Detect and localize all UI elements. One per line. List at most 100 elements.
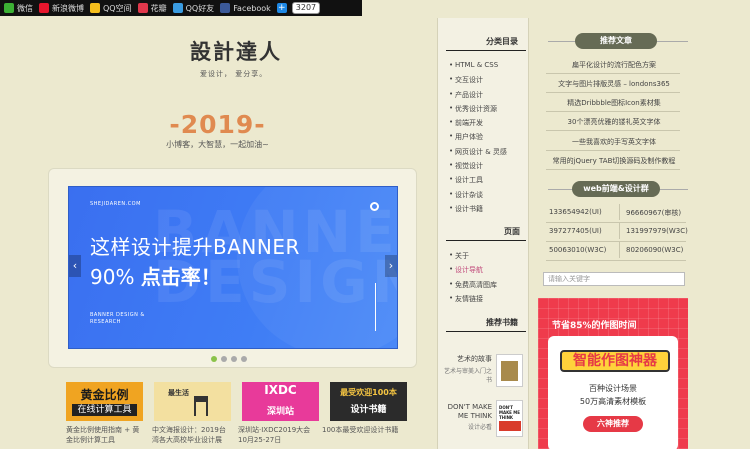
- share-facebook[interactable]: Facebook: [220, 3, 271, 13]
- category-item[interactable]: 前端开发: [449, 118, 483, 128]
- article-link[interactable]: 30个漂亮优雅的镂礼英文字体: [540, 117, 688, 127]
- page-link-about[interactable]: 关于: [449, 251, 469, 261]
- category-item[interactable]: 用户体验: [449, 132, 483, 142]
- featured-thumbs: 黄金比例 在线计算工具 最生活 IXDC 深圳站 最受欢迎100本 设计书籍: [66, 382, 407, 421]
- thumb-golden-ratio[interactable]: 黄金比例 在线计算工具: [66, 382, 143, 421]
- thumb-ixdc[interactable]: IXDC 深圳站: [242, 382, 319, 421]
- article-link[interactable]: 常用的jQuery TAB切换源码及制作教程: [540, 156, 688, 166]
- category-item[interactable]: 网页设计 & 灵感: [449, 147, 507, 157]
- article-link[interactable]: 精选Dribbble图标Icon素材集: [540, 98, 688, 108]
- thumb-poster[interactable]: 最生活: [154, 382, 231, 421]
- banner-divider: [375, 283, 376, 331]
- book-subtitle: 设计必看: [467, 424, 492, 431]
- article-link[interactable]: 扁平化设计的流行配色方案: [540, 60, 688, 70]
- thumb-caption[interactable]: 100本最受欢迎设计书籍: [322, 425, 400, 435]
- ad-button[interactable]: 六神推荐: [583, 416, 643, 432]
- divider: [546, 130, 680, 131]
- qzone-icon: [90, 3, 100, 13]
- slider-dot[interactable]: [241, 356, 247, 362]
- pages-heading: 页面: [504, 227, 520, 236]
- group-number[interactable]: 131997979(W3C): [626, 227, 688, 235]
- book-cover-text: DON'T MAKE ME THINK: [499, 405, 521, 420]
- divider: [546, 169, 680, 170]
- thumb-caption[interactable]: 深圳站·IXDC2019大会10月25-27日: [238, 425, 316, 445]
- share-count: 3207: [291, 2, 321, 14]
- category-item[interactable]: HTML & CSS: [449, 61, 498, 69]
- facebook-icon: [220, 3, 231, 13]
- thumb-books[interactable]: 最受欢迎100本 设计书籍: [330, 382, 407, 421]
- weibo-icon: [39, 3, 49, 13]
- category-item[interactable]: 优秀设计资源: [449, 104, 497, 114]
- divider: [619, 204, 620, 220]
- slider-dots: [211, 356, 247, 362]
- category-item[interactable]: 设计工具: [449, 175, 483, 185]
- book-title[interactable]: 艺术的故事: [446, 355, 492, 364]
- slider-prev-button[interactable]: ‹: [69, 255, 81, 277]
- section-divider: [446, 240, 526, 241]
- share-qq[interactable]: QQ好友: [172, 3, 214, 14]
- site-subtitle: 爱设计， 爱分享。: [200, 70, 268, 78]
- category-item[interactable]: 交互设计: [449, 75, 483, 85]
- search-input[interactable]: [543, 272, 685, 286]
- article-link[interactable]: 一些我喜欢的手写英文字体: [540, 137, 688, 147]
- category-item[interactable]: 产品设计: [449, 90, 483, 100]
- group-number[interactable]: 80206090(W3C): [626, 246, 683, 254]
- ad-title: 智能作图神器: [560, 350, 670, 372]
- banner-headline-2: 90% 点击率！: [90, 265, 221, 289]
- group-number[interactable]: 397277405(UI): [549, 227, 602, 235]
- group-number[interactable]: 133654942(UI): [549, 208, 602, 216]
- book-cover-art-story[interactable]: [496, 354, 523, 387]
- share-wechat[interactable]: 微信: [4, 3, 33, 14]
- banner-ring-icon: [370, 202, 379, 211]
- qq-icon: [172, 3, 183, 13]
- divider: [619, 223, 620, 239]
- book-cover-band: [499, 421, 521, 431]
- articles-heading: 推荐文章: [575, 33, 657, 49]
- poster-chair-icon: [194, 396, 208, 416]
- book-cover-dont-make-me-think[interactable]: DON'T MAKE ME THINK: [496, 400, 523, 437]
- page-link-friends[interactable]: 友情链接: [449, 294, 483, 304]
- huaban-icon: [137, 3, 148, 13]
- share-qzone[interactable]: QQ空间: [90, 3, 132, 14]
- ad-line-1: 百种设计场景: [589, 384, 637, 393]
- book-cover-art: [501, 361, 518, 381]
- category-item[interactable]: 设计杂谈: [449, 190, 483, 200]
- page-link-gallery[interactable]: 免费高清图库: [449, 280, 497, 290]
- book-subtitle: 艺术与审美入门之书: [443, 368, 492, 384]
- slider-dot[interactable]: [231, 356, 237, 362]
- divider: [546, 222, 686, 223]
- divider: [546, 111, 680, 112]
- divider: [546, 260, 686, 261]
- page-link-design-nav[interactable]: 设计导航: [449, 265, 483, 275]
- share-weibo[interactable]: 新浪微博: [39, 3, 84, 14]
- share-more[interactable]: +: [276, 3, 290, 13]
- category-item[interactable]: 视觉设计: [449, 161, 483, 171]
- ad-headline: 节省85%的作图时间: [552, 321, 637, 331]
- ad-line-2: 50万高清素材模板: [579, 397, 647, 406]
- banner-slide[interactable]: BANNER DESIGN SHEJIDAREN.COM 这样设计提升BANNE…: [68, 186, 398, 349]
- divider: [546, 241, 686, 242]
- slider-dot[interactable]: [221, 356, 227, 362]
- year-heading: -2019-: [169, 110, 266, 139]
- slider-next-button[interactable]: ›: [385, 255, 397, 277]
- plus-icon: +: [276, 3, 287, 13]
- divider: [546, 92, 680, 93]
- thumb-caption[interactable]: 中文海报设计：2019台湾各大高校毕业设计展: [152, 425, 230, 445]
- group-number[interactable]: 96660967(审核): [626, 208, 681, 218]
- wechat-icon: [4, 3, 14, 13]
- category-item[interactable]: 设计书籍: [449, 204, 483, 214]
- share-huaban[interactable]: 花瓣: [137, 3, 167, 14]
- book-title[interactable]: DON'T MAKE ME THINK: [444, 403, 492, 421]
- section-divider: [446, 331, 526, 332]
- books-heading: 推荐书籍: [486, 318, 518, 327]
- article-link[interactable]: 文字与图片排版灵感 – londons365: [540, 79, 688, 89]
- groups-heading: web前端&设计群: [572, 181, 660, 197]
- thumb-caption[interactable]: 黄金比例使用指南 + 黄金比例计算工具: [66, 425, 144, 445]
- site-logo-title[interactable]: 設計達人: [190, 36, 282, 66]
- section-divider: [446, 50, 526, 51]
- group-number[interactable]: 50063010(W3C): [549, 246, 606, 254]
- slider-dot[interactable]: [211, 356, 217, 362]
- banner-small-text: BANNER DESIGN & RESEARCH: [90, 312, 145, 325]
- share-bar: 微信 新浪微博 QQ空间 花瓣 QQ好友 Facebook + 3207: [0, 0, 362, 16]
- divider: [619, 242, 620, 258]
